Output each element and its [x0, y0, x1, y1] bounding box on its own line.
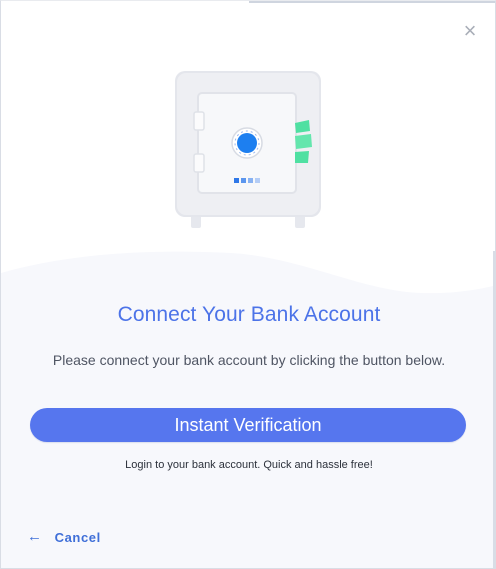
dialog-subtitle: Please connect your bank account by clic… — [52, 352, 446, 368]
bank-safe-illustration — [175, 71, 321, 228]
close-icon: × — [463, 18, 477, 43]
cancel-label: Cancel — [54, 529, 101, 545]
bank-connect-dialog: × Connect Your Bank Account Please conne… — [0, 0, 496, 569]
top-border-accent — [249, 1, 495, 3]
cancel-button[interactable]: ← Cancel — [27, 528, 101, 546]
arrow-left-icon: ← — [27, 528, 43, 545]
background-wave — [1, 251, 495, 568]
instant-verification-button[interactable]: Instant Verification — [30, 408, 466, 442]
close-button[interactable]: × — [459, 18, 481, 43]
verification-note: Login to your bank account. Quick and ha… — [125, 459, 373, 471]
right-border-accent — [493, 251, 495, 568]
dialog-title: Connect Your Bank Account — [117, 303, 381, 326]
